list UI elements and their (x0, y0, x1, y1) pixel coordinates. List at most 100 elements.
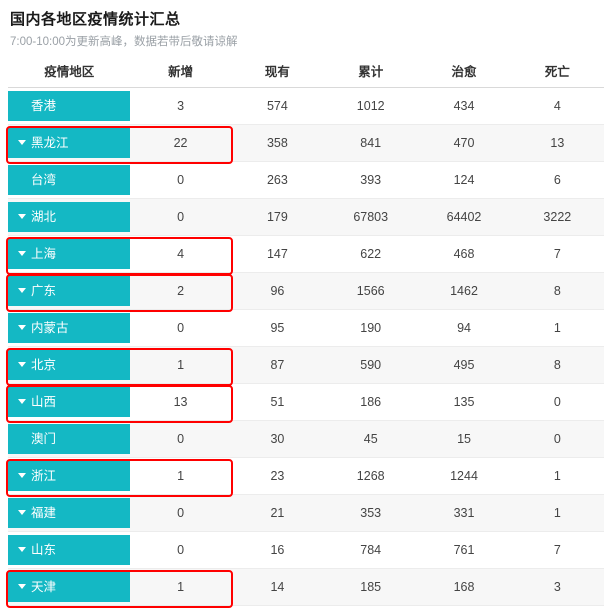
new-cases-cell: 0 (130, 309, 231, 347)
region-label: 山西 (31, 395, 57, 409)
table-row: 北京 1 87 590 495 8 (8, 346, 604, 384)
region-cell[interactable]: 浙江 (8, 457, 131, 495)
deaths-cell: 1 (510, 457, 604, 495)
total-cases-cell: 841 (324, 124, 418, 162)
current-cases-cell: 51 (230, 383, 325, 421)
total-cases-cell: 67803 (324, 198, 418, 236)
chevron-down-icon (18, 362, 26, 368)
cured-cases-cell: 495 (417, 346, 511, 384)
cured-cases-cell: 135 (417, 383, 511, 421)
chevron-down-icon (18, 251, 26, 257)
region-cell[interactable]: 湖北 (8, 198, 131, 236)
region-cell[interactable]: 福建 (8, 494, 131, 532)
deaths-cell: 4 (510, 87, 604, 125)
new-cases-cell: 1 (130, 457, 231, 495)
chevron-down-icon (18, 547, 26, 553)
current-cases-cell: 179 (230, 198, 325, 236)
column-header-new: 新增 (130, 55, 231, 88)
new-cases-cell: 0 (130, 494, 231, 532)
new-cases-cell: 1 (130, 346, 231, 384)
total-cases-cell: 185 (324, 568, 418, 606)
region-chip[interactable]: 黑龙江 (8, 128, 131, 158)
region-cell[interactable]: 澳门 (8, 420, 131, 458)
new-cases-cell: 1 (130, 568, 231, 606)
table-row: 澳门 0 30 45 15 0 (8, 420, 604, 458)
region-chip[interactable]: 北京 (8, 350, 131, 380)
region-chip[interactable]: 天津 (8, 572, 131, 602)
new-cases-cell: 0 (130, 531, 231, 569)
region-label: 香港 (31, 99, 57, 113)
region-cell[interactable]: 山东 (8, 531, 131, 569)
current-cases-cell: 147 (230, 235, 325, 273)
region-chip[interactable]: 山西 (8, 387, 131, 417)
region-chip[interactable]: 湖北 (8, 202, 131, 232)
current-cases-cell: 263 (230, 161, 325, 199)
region-label: 上海 (31, 247, 57, 261)
column-header-cured: 治愈 (417, 55, 511, 88)
deaths-cell: 1 (510, 309, 604, 347)
column-header-region: 疫情地区 (8, 55, 131, 88)
current-cases-cell: 574 (230, 87, 325, 125)
region-cell[interactable]: 台湾 (8, 161, 131, 199)
total-cases-cell: 1566 (324, 272, 418, 310)
deaths-cell: 3 (510, 568, 604, 606)
region-chip[interactable]: 台湾 (8, 165, 131, 195)
region-label: 湖北 (31, 210, 57, 224)
region-label: 澳门 (31, 432, 57, 446)
total-cases-cell: 393 (324, 161, 418, 199)
new-cases-cell: 0 (130, 420, 231, 458)
total-cases-cell: 784 (324, 531, 418, 569)
region-chip[interactable]: 内蒙古 (8, 313, 131, 343)
region-label: 山东 (31, 543, 57, 557)
current-cases-cell: 87 (230, 346, 325, 384)
deaths-cell: 6 (510, 161, 604, 199)
table-row: 山东 0 16 784 761 7 (8, 531, 604, 569)
cured-cases-cell: 64402 (417, 198, 511, 236)
region-chip[interactable]: 山东 (8, 535, 131, 565)
deaths-cell: 7 (510, 235, 604, 273)
region-chip[interactable]: 澳门 (8, 424, 131, 454)
region-cell[interactable]: 上海 (8, 235, 131, 273)
region-cell[interactable]: 内蒙古 (8, 309, 131, 347)
region-cell[interactable]: 北京 (8, 346, 131, 384)
region-cell[interactable]: 黑龙江 (8, 124, 131, 162)
region-chip[interactable]: 浙江 (8, 461, 131, 491)
cured-cases-cell: 331 (417, 494, 511, 532)
region-cell[interactable]: 广东 (8, 272, 131, 310)
table-header-row: 疫情地区 新增 现有 累计 治愈 死亡 (8, 55, 604, 88)
current-cases-cell: 95 (230, 309, 325, 347)
table-row: 香港 3 574 1012 434 4 (8, 87, 604, 125)
cured-cases-cell: 470 (417, 124, 511, 162)
region-chip[interactable]: 上海 (8, 239, 131, 269)
cured-cases-cell: 1462 (417, 272, 511, 310)
chevron-down-icon (18, 510, 26, 516)
current-cases-cell: 96 (230, 272, 325, 310)
table-body: 香港 3 574 1012 434 4 黑龙江 22 358 841 470 13 台湾 0 263 393 1… (8, 87, 604, 606)
deaths-cell: 1 (510, 494, 604, 532)
chevron-down-icon (18, 288, 26, 294)
deaths-cell: 13 (510, 124, 604, 162)
new-cases-cell: 0 (130, 198, 231, 236)
current-cases-cell: 16 (230, 531, 325, 569)
region-cell[interactable]: 香港 (8, 87, 131, 125)
chevron-down-icon (18, 214, 26, 220)
new-cases-cell: 2 (130, 272, 231, 310)
region-chip[interactable]: 香港 (8, 91, 131, 121)
total-cases-cell: 1268 (324, 457, 418, 495)
region-chip[interactable]: 福建 (8, 498, 131, 528)
table-row: 台湾 0 263 393 124 6 (8, 161, 604, 199)
region-cell[interactable]: 天津 (8, 568, 131, 606)
table-header: 疫情地区 新增 现有 累计 治愈 死亡 (8, 55, 604, 88)
region-chip[interactable]: 广东 (8, 276, 131, 306)
cured-cases-cell: 434 (417, 87, 511, 125)
region-cell[interactable]: 山西 (8, 383, 131, 421)
new-cases-cell: 3 (130, 87, 231, 125)
cured-cases-cell: 761 (417, 531, 511, 569)
cured-cases-cell: 94 (417, 309, 511, 347)
region-label: 天津 (31, 580, 57, 594)
chevron-down-icon (18, 140, 26, 146)
region-label: 台湾 (31, 173, 57, 187)
page-container: 国内各地区疫情统计汇总 7:00-10:00为更新高峰，数据若带后敬请谅解 疫情… (0, 0, 612, 608)
table-row: 福建 0 21 353 331 1 (8, 494, 604, 532)
deaths-cell: 8 (510, 346, 604, 384)
